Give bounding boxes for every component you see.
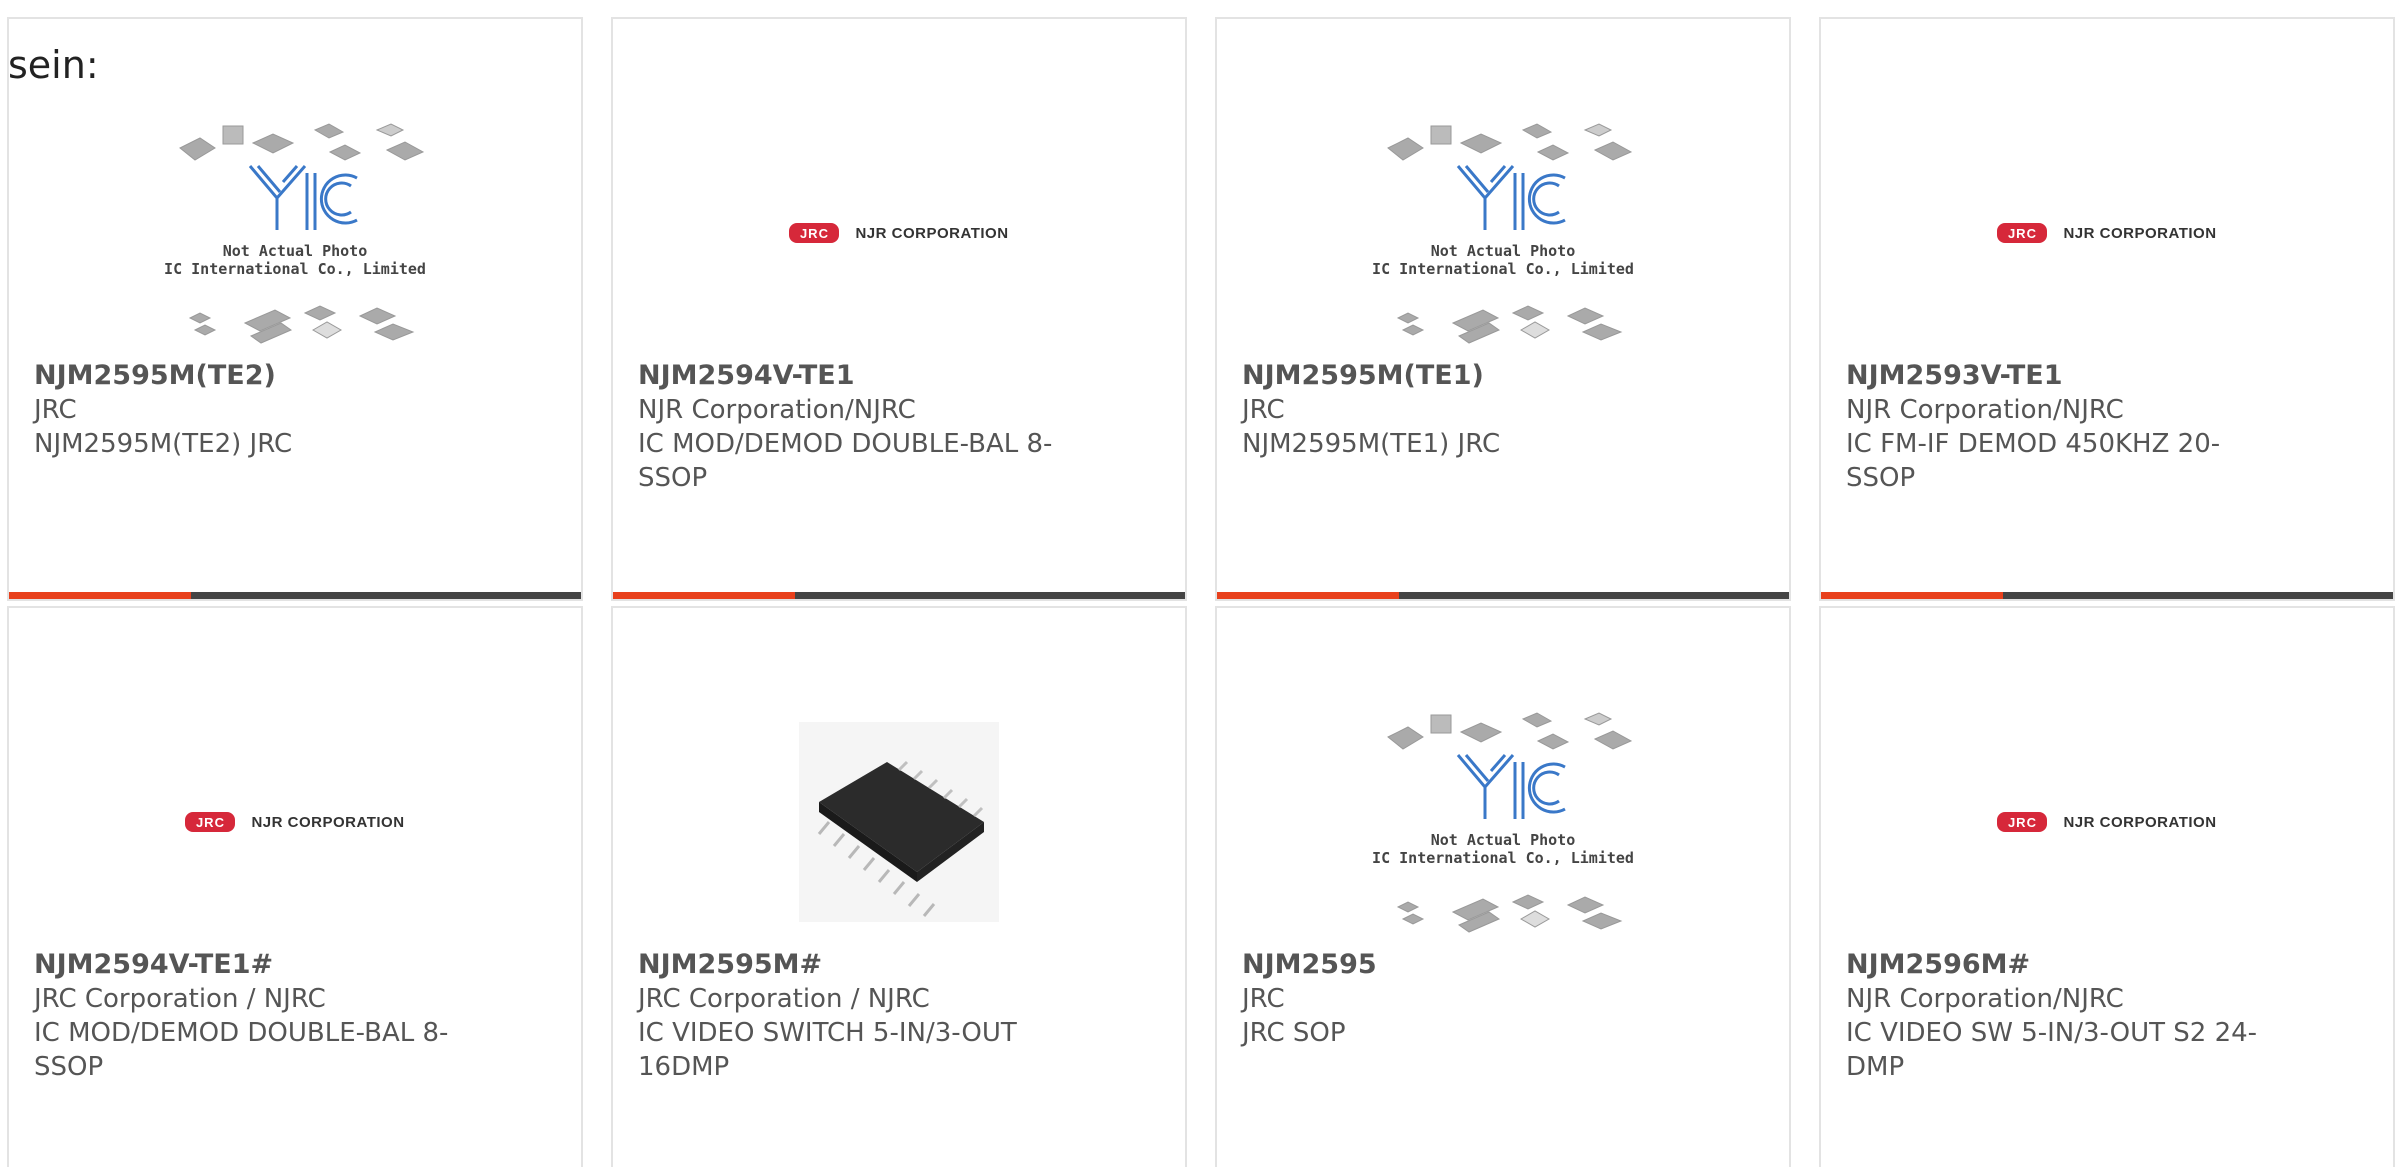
manufacturer: NJR Corporation/NJRC [638,395,916,425]
placeholder-caption-1: Not Actual Photo [1431,242,1576,260]
product-image[interactable]: JRC NJR CORPORATION [1821,93,2393,373]
product-card[interactable]: Not Actual Photo YIC International Co., … [1215,606,1791,1167]
product-image[interactable]: JRC NJR CORPORATION [613,93,1185,373]
manufacturer: JRC [1242,984,1285,1014]
product-card[interactable]: Not Actual Photo YIC International Co., … [7,17,583,601]
placeholder-caption-2: YIC International Co., Limited. [1373,260,1633,278]
placeholder-caption-2: YIC International Co., Limited. [1373,849,1633,867]
jrc-badge: JRC [789,223,840,243]
description: NJM2595M(TE1) JRC [1242,429,1501,459]
description: IC MOD/DEMOD DOUBLE-BAL 8-SSOP [638,429,1053,493]
card-bottom-bar [1821,592,2393,599]
card-accent [9,592,191,599]
card-accent [1217,592,1399,599]
card-bottom-bar [1217,592,1789,599]
product-card[interactable]: JRC NJR CORPORATION NJM2594V-TE1 NJR Cor… [611,17,1187,601]
part-number[interactable]: NJM2595M# [638,948,1058,982]
part-number[interactable]: NJM2594V-TE1# [34,948,454,982]
product-image[interactable] [613,682,1185,962]
njr-logo-text: NJR CORPORATION [2063,813,2217,831]
manufacturer: JRC Corporation / NJRC [638,984,930,1014]
product-card[interactable]: NJM2595M# JRC Corporation / NJRC IC VIDE… [611,606,1187,1167]
product-grid-page: sein: Not Actual Photo YIC International… [0,0,2400,1167]
part-number[interactable]: NJM2595M(TE1) [1242,359,1662,393]
njr-logo-text: NJR CORPORATION [855,224,1009,242]
part-number[interactable]: NJM2595 [1242,948,1662,982]
njr-logo-text: NJR CORPORATION [2063,224,2217,242]
card-bottom-bar [613,592,1185,599]
placeholder-caption-2: YIC International Co., Limited. [165,260,425,278]
intro-text: sein: [8,43,99,87]
description: NJM2595M(TE2) JRC [34,429,293,459]
product-info: NJM2594V-TE1 NJR Corporation/NJRC IC MOD… [638,359,1058,495]
manufacturer: JRC [34,395,77,425]
product-info: NJM2595M(TE1) JRC NJM2595M(TE1) JRC [1242,359,1662,461]
product-image[interactable]: JRC NJR CORPORATION [9,682,581,962]
description: IC VIDEO SW 5-IN/3-OUT S2 24-DMP [1846,1018,2258,1082]
card-accent [1821,592,2003,599]
description: IC MOD/DEMOD DOUBLE-BAL 8-SSOP [34,1018,449,1082]
njr-logo: JRC NJR CORPORATION [1997,223,2216,243]
card-bottom-bar [9,592,581,599]
product-image[interactable]: Not Actual Photo YIC International Co., … [1217,93,1789,373]
product-card[interactable]: JRC NJR CORPORATION NJM2593V-TE1 NJR Cor… [1819,17,2395,601]
jrc-badge: JRC [185,812,236,832]
product-info: NJM2593V-TE1 NJR Corporation/NJRC IC FM-… [1846,359,2266,495]
product-info: NJM2594V-TE1# JRC Corporation / NJRC IC … [34,948,454,1084]
part-number[interactable]: NJM2594V-TE1 [638,359,1058,393]
product-card[interactable]: JRC NJR CORPORATION NJM2596M# NJR Corpor… [1819,606,2395,1167]
card-accent [613,592,795,599]
product-info: NJM2596M# NJR Corporation/NJRC IC VIDEO … [1846,948,2266,1084]
manufacturer: NJR Corporation/NJRC [1846,395,2124,425]
product-info: NJM2595M# JRC Corporation / NJRC IC VIDE… [638,948,1058,1084]
njr-logo: JRC NJR CORPORATION [789,223,1008,243]
product-image[interactable]: Not Actual Photo YIC International Co., … [9,93,581,373]
njr-logo-text: NJR CORPORATION [251,813,405,831]
jrc-badge: JRC [1997,812,2048,832]
product-card[interactable]: JRC NJR CORPORATION NJM2594V-TE1# JRC Co… [7,606,583,1167]
description: IC VIDEO SWITCH 5-IN/3-OUT 16DMP [638,1018,1017,1082]
yic-placeholder-image: Not Actual Photo YIC International Co., … [1373,123,1633,344]
part-number[interactable]: NJM2595M(TE2) [34,359,454,393]
product-image[interactable]: JRC NJR CORPORATION [1821,682,2393,962]
part-number[interactable]: NJM2596M# [1846,948,2266,982]
manufacturer: JRC Corporation / NJRC [34,984,326,1014]
product-image[interactable]: Not Actual Photo YIC International Co., … [1217,682,1789,962]
placeholder-caption-1: Not Actual Photo [223,242,368,260]
manufacturer: NJR Corporation/NJRC [1846,984,2124,1014]
yic-placeholder-image: Not Actual Photo YIC International Co., … [1373,712,1633,933]
description: IC FM-IF DEMOD 450KHZ 20-SSOP [1846,429,2221,493]
chip-photo-image [799,722,999,922]
part-number[interactable]: NJM2593V-TE1 [1846,359,2266,393]
product-card[interactable]: Not Actual Photo YIC International Co., … [1215,17,1791,601]
manufacturer: JRC [1242,395,1285,425]
njr-logo: JRC NJR CORPORATION [1997,812,2216,832]
yic-placeholder-image: Not Actual Photo YIC International Co., … [165,123,425,344]
product-info: NJM2595M(TE2) JRC NJM2595M(TE2) JRC [34,359,454,461]
njr-logo: JRC NJR CORPORATION [185,812,404,832]
placeholder-caption-1: Not Actual Photo [1431,831,1576,849]
jrc-badge: JRC [1997,223,2048,243]
description: JRC SOP [1242,1018,1346,1048]
product-info: NJM2595 JRC JRC SOP [1242,948,1662,1050]
